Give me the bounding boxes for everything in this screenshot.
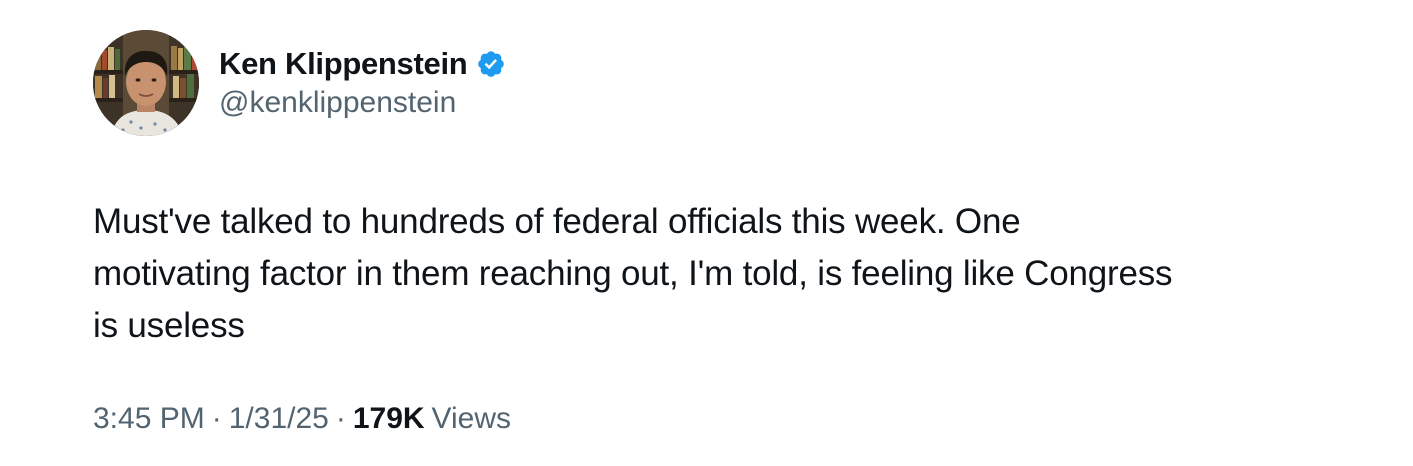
author-handle[interactable]: @kenklippenstein [219, 86, 456, 120]
author-avatar[interactable] [93, 30, 199, 136]
profile-photo-icon [93, 30, 199, 136]
tweet-meta: 3:45 PM · 1/31/25 · 179K Views [93, 402, 511, 436]
tweet-time[interactable]: 3:45 PM [93, 402, 205, 436]
tweet-text-line: is useless [93, 306, 245, 345]
tweet-card: Ken Klippenstein @kenklippenstein Must'v… [0, 0, 1413, 466]
tweet-date[interactable]: 1/31/25 [229, 402, 329, 436]
views-count[interactable]: 179K [353, 402, 425, 436]
tweet-text: Must've talked to hundreds of federal of… [93, 196, 1323, 352]
meta-separator: · [335, 402, 346, 435]
verified-badge-icon[interactable] [476, 49, 506, 79]
tweet-text-line: Must've talked to hundreds of federal of… [93, 202, 1021, 241]
meta-separator: · [211, 402, 222, 435]
tweet-text-line: motivating factor in them reaching out, … [93, 254, 1173, 293]
author-display-name[interactable]: Ken Klippenstein [219, 46, 468, 82]
author-name-row[interactable]: Ken Klippenstein [219, 44, 506, 84]
views-label[interactable]: Views [432, 402, 511, 436]
